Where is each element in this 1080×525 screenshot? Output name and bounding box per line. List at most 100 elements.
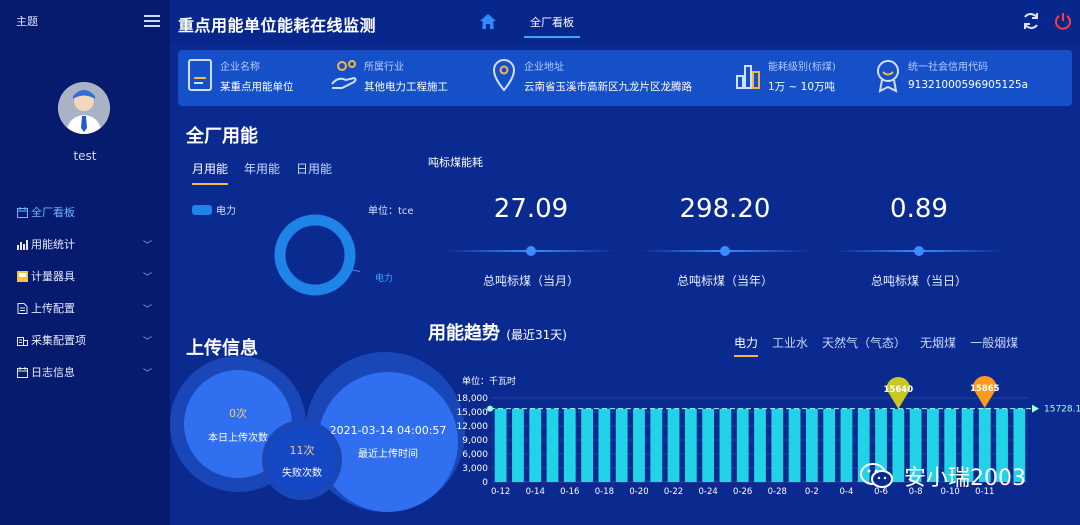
- kpi-divider: [640, 246, 810, 256]
- chart-bar: [702, 408, 715, 482]
- info-label: 统一社会信用代码: [908, 62, 988, 73]
- company-info-bar: 企业名称 某重点用能单位 所属行业 其他电力工程施工 企业地址 云南省玉溪市高新区九龙…: [178, 50, 1072, 106]
- kpi-value: 27.09: [493, 194, 569, 224]
- meter-icon: [16, 270, 28, 282]
- tab-industrial-water[interactable]: 工业水: [772, 334, 808, 357]
- kpi-divider: [446, 246, 616, 256]
- marker-label: 15640: [884, 385, 914, 395]
- sidebar-item-logs[interactable]: 日志信息 ﹀: [0, 356, 170, 388]
- industry-hand-icon: [331, 60, 357, 89]
- sidebar-item-dashboard[interactable]: 全厂看板: [0, 196, 170, 228]
- info-label: 能耗级别(标煤): [768, 62, 836, 73]
- watermark: 安小瑞2003: [860, 460, 1026, 492]
- sidebar-header: 主题: [0, 0, 170, 42]
- sidebar-item-label: 全厂看板: [31, 206, 75, 219]
- sidebar-item-label: 用能统计: [31, 238, 75, 251]
- kpi-divider: [834, 246, 1004, 256]
- kpi-value: 298.20: [679, 194, 771, 224]
- document-icon: [16, 302, 28, 314]
- legend-electricity[interactable]: 电力: [192, 202, 236, 217]
- sidebar-item-meters[interactable]: 计量器具 ﹀: [0, 260, 170, 292]
- chart-bar: [546, 408, 559, 482]
- info-value: 某重点用能单位: [220, 81, 294, 93]
- chart-bar: [598, 408, 611, 482]
- chart-bar: [771, 408, 784, 482]
- kpi-caption: 总吨标煤（当年）: [676, 274, 773, 288]
- y-tick-label: 6,000: [462, 450, 488, 460]
- y-tick-label: 12,000: [457, 422, 489, 432]
- kpi-daily: 0.89 总吨标煤（当日）: [834, 194, 1004, 289]
- sidebar-item-label: 上传配置: [31, 302, 75, 315]
- chart-bar: [615, 408, 628, 482]
- chart-bar: [805, 408, 818, 482]
- average-line-arrow: [1032, 404, 1039, 413]
- today-upload-count: 0次: [229, 406, 247, 420]
- x-tick-label: 0-16: [560, 487, 579, 497]
- info-address: 企业地址 云南省玉溪市高新区九龙片区龙腾路: [490, 58, 692, 94]
- sidebar-menu: 全厂看板 用能统计 ﹀ 计量器具 ﹀ 上传配置 ﹀ 采集配置项 ﹀ 日志信息 ﹀: [0, 196, 170, 388]
- trend-subtitle: (最近31天): [506, 328, 567, 342]
- refresh-icon[interactable]: [1022, 12, 1040, 34]
- unit-label: 单位：tce: [368, 206, 414, 217]
- chevron-down-icon: ﹀: [142, 272, 152, 283]
- bar-chart-icon: [736, 65, 760, 89]
- chart-bar: [667, 408, 680, 482]
- tab-yearly[interactable]: 年用能: [244, 160, 280, 185]
- location-pin-icon: [492, 59, 516, 92]
- chart-bar: [788, 408, 801, 482]
- chart-bar: [633, 408, 645, 482]
- tab-electricity[interactable]: 电力: [734, 334, 759, 357]
- info-value: 91321000596905125a: [908, 79, 1029, 91]
- document-icon: [188, 59, 212, 91]
- fail-count: 11次: [289, 443, 315, 457]
- chart-bar: [719, 408, 732, 482]
- legend-label: 电力: [216, 206, 236, 217]
- kpi-section-title: 吨标煤能耗: [428, 156, 483, 169]
- page-title: 重点用能单位能耗在线监测: [178, 16, 377, 35]
- sidebar-item-label: 计量器具: [31, 270, 75, 283]
- chart-bar: [563, 408, 576, 482]
- wechat-icon: [860, 463, 893, 488]
- x-tick-label: 0-4: [840, 487, 854, 497]
- kpi-yearly: 298.20 总吨标煤（当年）: [640, 194, 810, 289]
- tab-bituminous-coal[interactable]: 一般烟煤: [970, 334, 1018, 357]
- average-line-start-dot: [487, 405, 493, 412]
- plant-period-tabs: 月用能 年用能 日用能: [192, 160, 332, 185]
- tab-anthracite[interactable]: 无烟煤: [920, 334, 956, 357]
- ring-slice-electricity[interactable]: [274, 214, 356, 296]
- info-value: 其他电力工程施工: [364, 81, 448, 93]
- avatar[interactable]: [58, 82, 110, 134]
- kpi-value: 0.89: [890, 194, 948, 224]
- home-icon[interactable]: [480, 14, 496, 33]
- average-line-label: 15728.16: [1044, 405, 1080, 415]
- chart-bar: [581, 408, 593, 482]
- chart-bar: [684, 408, 697, 482]
- tab-plant-dashboard[interactable]: 全厂看板: [524, 14, 580, 38]
- tab-natural-gas[interactable]: 天然气（气态）: [822, 334, 906, 357]
- sidebar-item-energy-stats[interactable]: 用能统计 ﹀: [0, 228, 170, 260]
- ring-slice-label: 电力: [375, 274, 394, 284]
- x-tick-label: 0-18: [595, 487, 614, 497]
- sidebar-item-upload-config[interactable]: 上传配置 ﹀: [0, 292, 170, 324]
- info-credit-code: 统一社会信用代码 91321000596905125a: [874, 58, 1028, 94]
- chevron-down-icon: ﹀: [142, 336, 152, 347]
- legend-swatch: [192, 204, 212, 215]
- tab-daily[interactable]: 日用能: [296, 160, 332, 185]
- x-tick-label: 0-26: [733, 487, 752, 497]
- power-icon[interactable]: [1054, 12, 1072, 34]
- tab-monthly[interactable]: 月用能: [192, 160, 229, 185]
- chevron-down-icon: ﹀: [142, 304, 152, 315]
- trend-title: 用能趋势 (最近31天): [428, 319, 567, 345]
- calendar-icon: [16, 366, 28, 378]
- username: test: [73, 149, 97, 163]
- y-tick-label: 0: [482, 478, 488, 488]
- y-tick-label: 18,000: [457, 394, 489, 404]
- sidebar-item-collect-config[interactable]: 采集配置项 ﹀: [0, 324, 170, 356]
- sidebar: 主题 test 全厂看板 用能统计 ﹀ 计量器具 ﹀ 上传配置 ﹀ 采集配置项 …: [0, 0, 170, 525]
- energy-ring-chart: [274, 214, 360, 296]
- marker-label: 15865: [970, 384, 1000, 394]
- kpi-caption: 总吨标煤（当日）: [870, 274, 967, 288]
- menu-toggle-icon[interactable]: [144, 15, 160, 27]
- last-upload-label: 最近上传时间: [358, 449, 418, 460]
- y-tick-label: 9,000: [462, 436, 488, 446]
